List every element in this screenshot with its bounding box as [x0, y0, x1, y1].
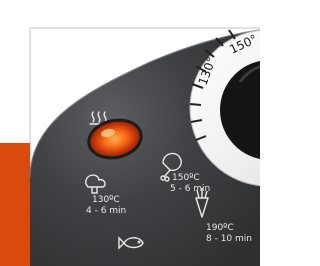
fries-temp: 190ºC	[206, 223, 234, 233]
fryer-control-panel-photo: 130° 150° 130ºC 4 - 6 min 150ºC 5 - 6 mi…	[0, 0, 260, 266]
mushroom-temp: 130ºC	[92, 195, 120, 205]
chicken-time: 5 - 6 min	[170, 184, 210, 194]
product-photo: 130° 150° 130ºC 4 - 6 min 150ºC 5 - 6 mi…	[0, 0, 260, 266]
mushroom-time: 4 - 6 min	[86, 206, 126, 216]
chicken-temp: 150ºC	[172, 173, 200, 183]
fries-time: 8 - 10 min	[206, 234, 252, 244]
orange-accent-block	[0, 143, 30, 266]
